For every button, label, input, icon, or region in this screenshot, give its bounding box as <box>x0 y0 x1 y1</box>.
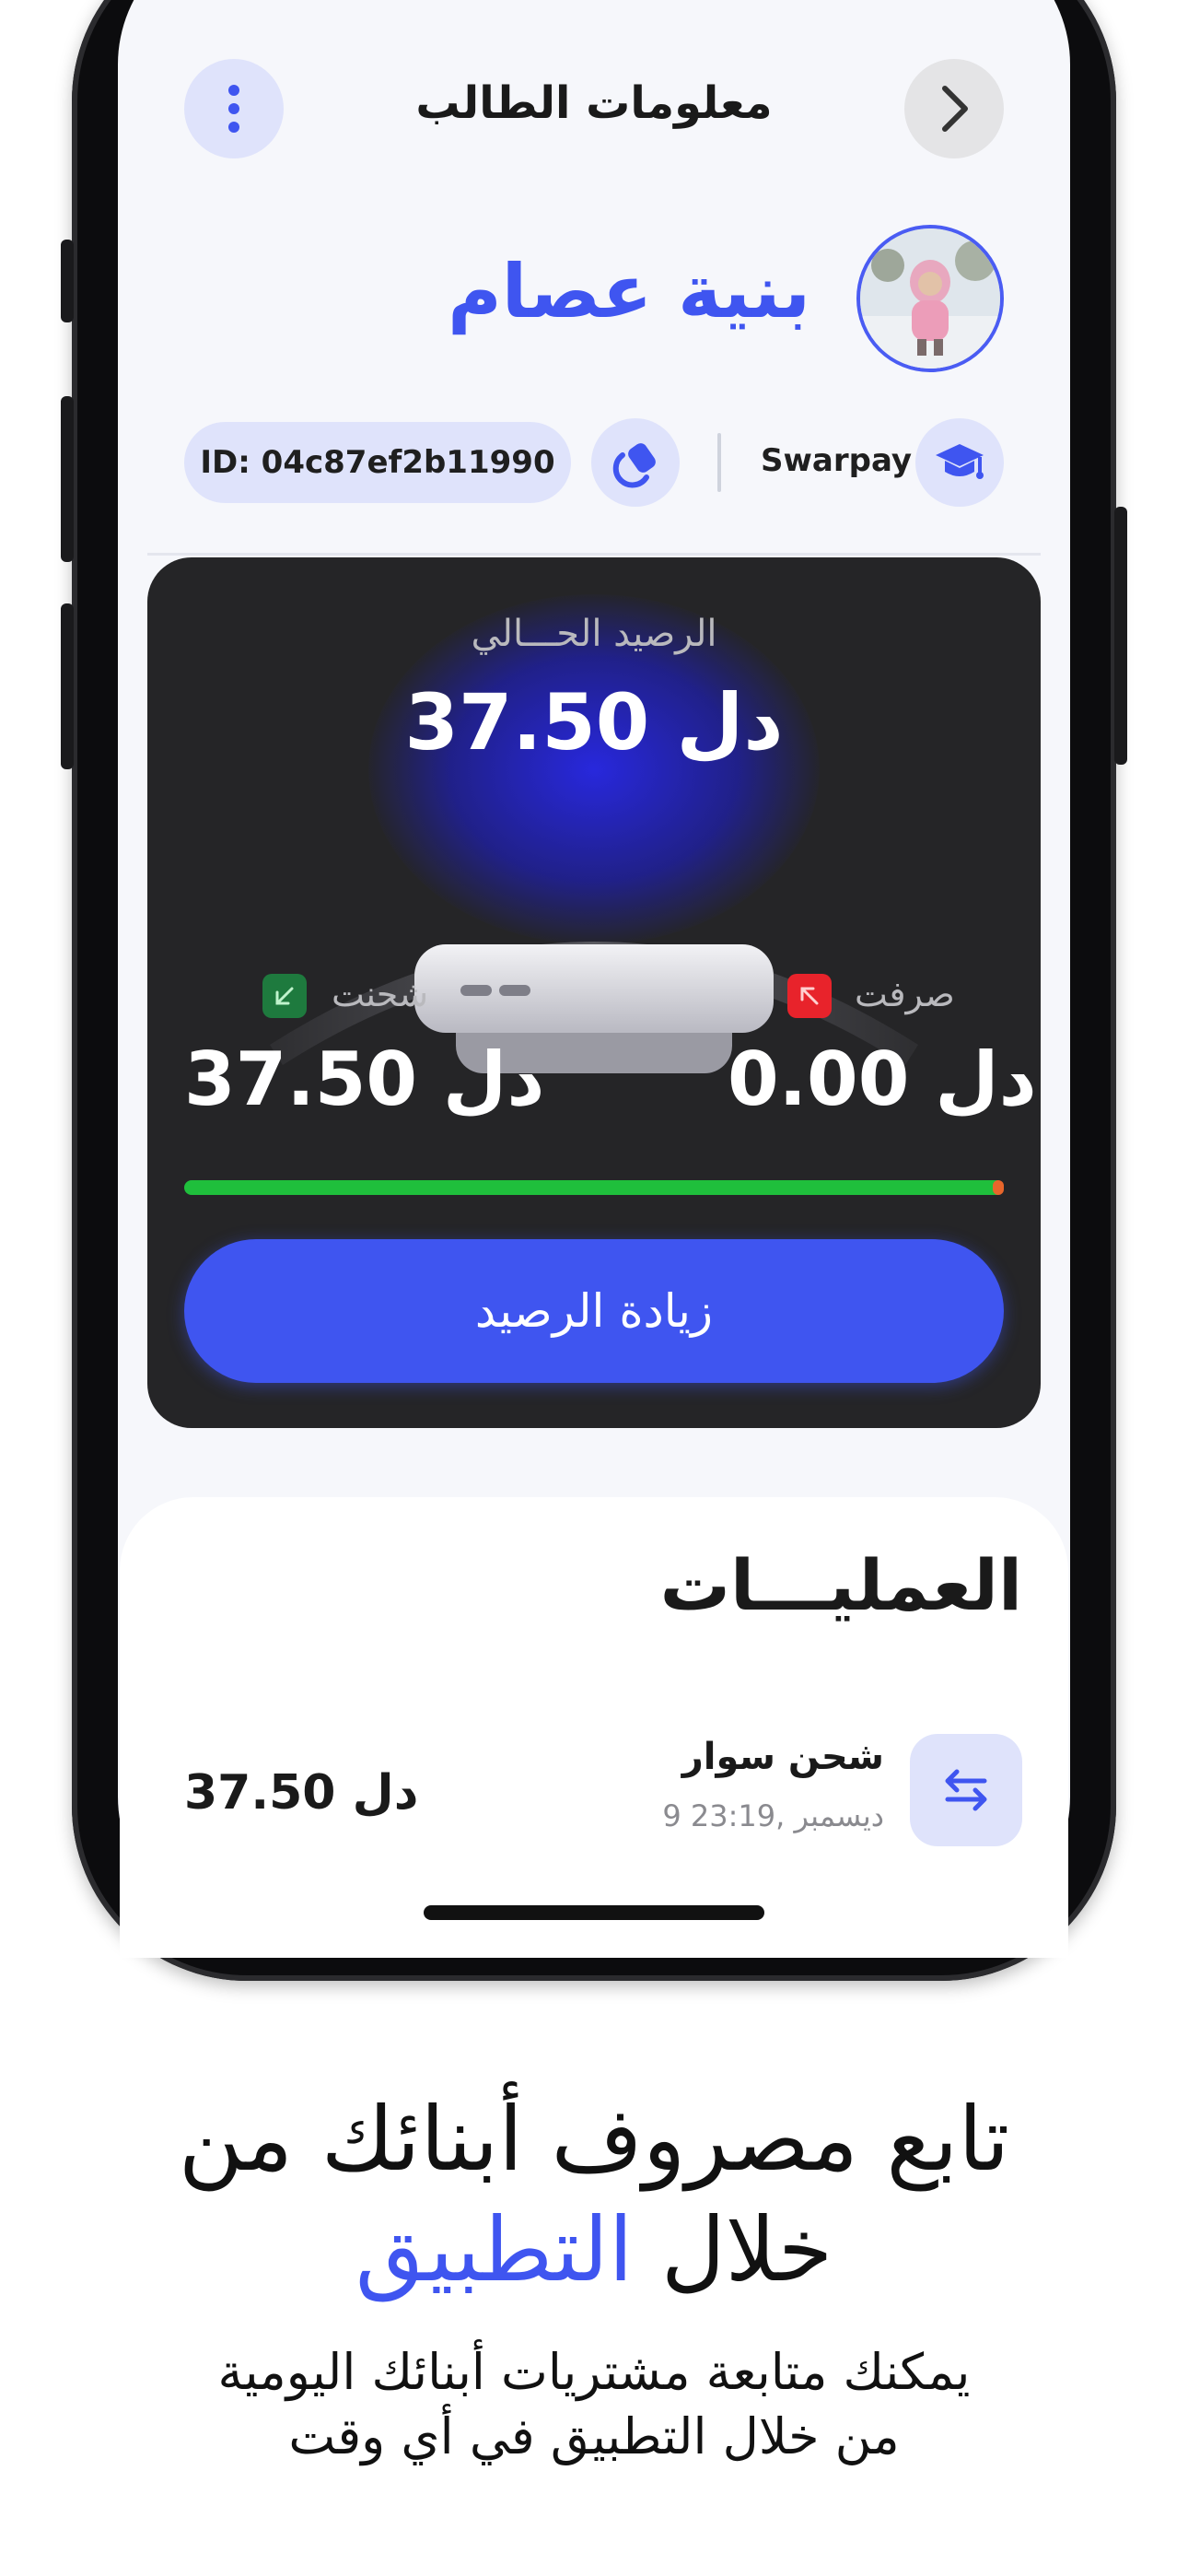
back-button[interactable] <box>904 59 1004 158</box>
balance-card: الرصيد الحـــالي 37.50 دل شحنت 37.50 دل … <box>147 557 1041 1428</box>
transaction-icon-box <box>910 1734 1022 1846</box>
arrow-up-left-icon <box>800 987 819 1005</box>
marketing-subtitle: يمكنك متابعة مشتريات أبنائك اليومية من خ… <box>55 2340 1133 2469</box>
transaction-row[interactable]: شحن سوار 9 ديسمبر ,23:19 37.50 دل <box>175 1732 1022 1861</box>
chevron-right-icon <box>942 86 968 132</box>
volume-up-button <box>61 396 74 562</box>
balance-label: الرصيد الحـــالي <box>471 613 717 655</box>
student-id-pill[interactable]: ID: 04c87ef2b11990 <box>184 422 571 503</box>
transfer-arrows-icon <box>945 1769 987 1811</box>
more-options-button[interactable] <box>184 59 284 158</box>
volume-down-button <box>61 603 74 769</box>
headline-plain: خلال <box>660 2198 833 2301</box>
headline-accent: التطبيق <box>355 2198 634 2301</box>
spent-badge <box>787 974 832 1018</box>
bracelet-button[interactable] <box>591 418 680 507</box>
bracelet-icon <box>612 443 656 488</box>
arrow-down-left-icon <box>275 987 294 1005</box>
transaction-title: شحن سوار <box>681 1736 884 1778</box>
subtitle-line-1: يمكنك متابعة مشتريات أبنائك اليومية <box>217 2343 971 2401</box>
school-button[interactable] <box>915 418 1004 507</box>
school-name: Swarpay <box>761 442 913 479</box>
power-button <box>1114 507 1127 765</box>
child-photo <box>860 228 1000 369</box>
headline-line-1: تابع مصروف أبنائك من <box>178 2088 1010 2191</box>
spent-amount: 0.00 دل <box>728 1036 1037 1122</box>
headline-line-2: خلال التطبيق <box>55 2195 1133 2305</box>
balance-amount: 37.50 دل <box>404 677 784 767</box>
transaction-amount: 37.50 دل <box>184 1765 419 1821</box>
charged-label: شحنت <box>332 974 429 1014</box>
graduation-cap-icon <box>936 444 984 479</box>
home-indicator[interactable] <box>424 1905 764 1920</box>
subtitle-line-2: من خلال التطبيق في أي وقت <box>288 2407 900 2466</box>
marketing-headline: تابع مصروف أبنائك من خلال التطبيق <box>55 2084 1133 2305</box>
spending-progress-bar <box>184 1180 1004 1195</box>
charged-badge <box>262 974 307 1018</box>
transaction-datetime: 9 ديسمبر ,23:19 <box>662 1798 884 1833</box>
section-divider <box>147 553 1041 556</box>
student-name: بنية عصام <box>448 249 810 334</box>
more-vertical-icon <box>228 85 239 133</box>
mute-switch <box>61 240 74 322</box>
spent-label: صرفت <box>855 974 955 1014</box>
divider <box>717 433 721 492</box>
topup-button[interactable]: زيادة الرصيد <box>184 1239 1004 1383</box>
charged-amount: 37.50 دل <box>184 1036 545 1122</box>
operations-title: العمليـــات <box>659 1544 1022 1626</box>
page-title: معلومات الطالب <box>415 77 773 129</box>
student-avatar[interactable] <box>856 225 1004 372</box>
spent-portion <box>993 1180 1004 1195</box>
